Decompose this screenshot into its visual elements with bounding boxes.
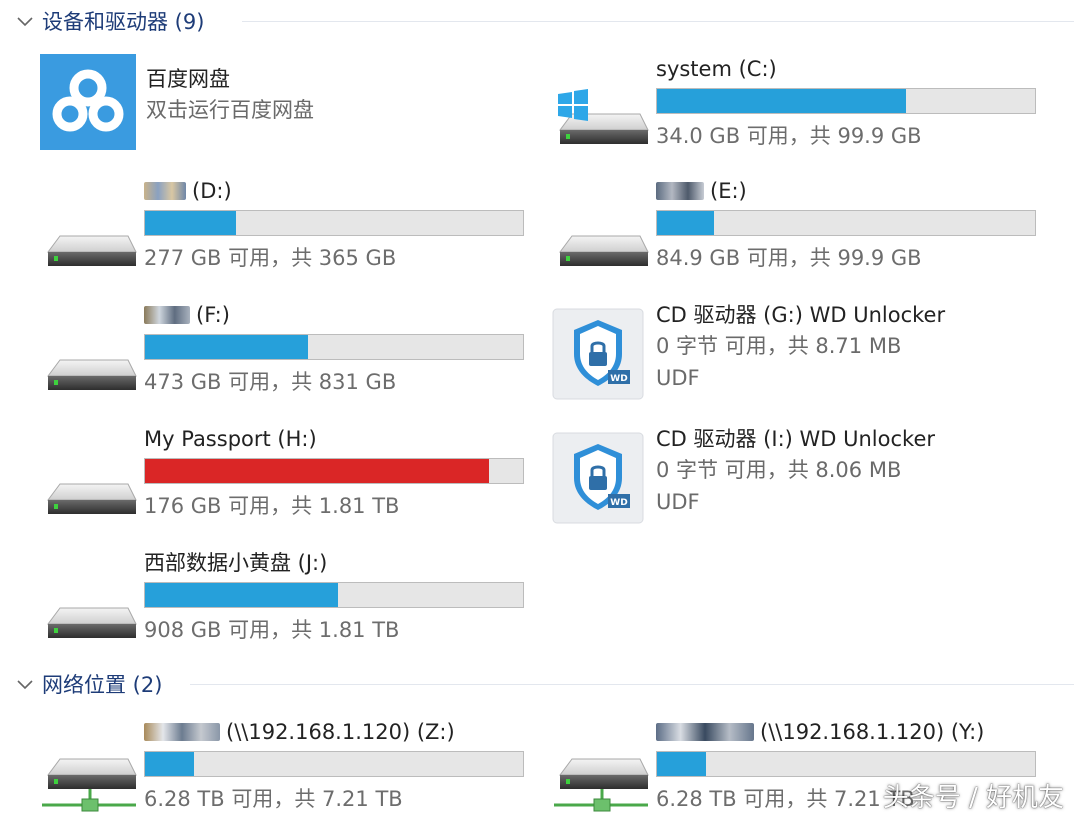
capacity-bar [144,458,524,484]
filesystem-text: UDF [656,490,700,514]
capacity-text: 176 GB 可用，共 1.81 TB [144,494,400,518]
group-header-network[interactable]: 网络位置 (2) [14,667,162,701]
chevron-down-icon[interactable] [14,673,36,695]
capacity-fill [145,335,308,359]
network-drive-icon [40,721,140,821]
blurred-name [144,182,186,200]
drive-label: (D:) [192,179,232,203]
capacity-fill [657,211,714,235]
cd-drive-tile-g[interactable]: WD CD 驱动器 (G:) WD Unlocker 0 字节 可用，共 8.7… [552,300,1072,418]
capacity-text: 84.9 GB 可用，共 99.9 GB [656,246,922,270]
svg-text:WD: WD [610,374,627,384]
blurred-name [144,306,190,324]
capacity-fill [145,583,338,607]
capacity-fill [657,89,907,113]
capacity-fill [145,752,195,776]
baidu-netdisk-cloud-icon [40,54,136,150]
drive-icon [552,186,652,286]
group-header-devices[interactable]: 设备和驱动器 (9) [14,4,204,38]
windows-drive-icon [552,64,652,164]
capacity-text: 34.0 GB 可用，共 99.9 GB [656,124,922,148]
drive-label: (F:) [196,303,230,327]
app-description: 双击运行百度网盘 [146,98,314,122]
drive-icon [40,310,140,410]
drive-tile-f[interactable]: (F:) 473 GB 可用，共 831 GB [40,300,560,418]
chevron-down-icon[interactable] [14,10,36,32]
drive-icon [40,434,140,534]
capacity-text: 277 GB 可用，共 365 GB [144,246,397,270]
capacity-text: 473 GB 可用，共 831 GB [144,370,397,394]
filesystem-text: UDF [656,366,700,390]
capacity-bar [656,210,1036,236]
wd-unlocker-shield-icon: WD [552,432,652,532]
capacity-bar [144,210,524,236]
wd-unlocker-shield-icon: WD [552,308,652,408]
capacity-bar [144,751,524,777]
capacity-text: 0 字节 可用，共 8.71 MB [656,334,902,358]
capacity-text: 0 字节 可用，共 8.06 MB [656,458,902,482]
drive-label: CD 驱动器 (I:) WD Unlocker [656,427,935,451]
drive-label: (E:) [710,179,747,203]
capacity-text: 6.28 TB 可用，共 7.21 TB [144,787,403,811]
capacity-bar [656,88,1036,114]
blurred-name [656,723,754,741]
group-divider [190,684,1074,685]
drive-tile-h[interactable]: My Passport (H:) 176 GB 可用，共 1.81 TB [40,424,560,542]
drive-label: system (C:) [656,57,777,81]
capacity-fill [145,459,489,483]
blurred-name [656,182,704,200]
app-tile-baidu[interactable]: 百度网盘 双击运行百度网盘 [40,52,560,156]
group-title: 设备和驱动器 (9) [42,10,205,34]
svg-text:WD: WD [610,498,627,508]
capacity-bar [144,334,524,360]
network-drive-tile-z[interactable]: (\\192.168.1.120) (Z:) 6.28 TB 可用，共 7.21… [40,717,560,821]
drive-tile-d[interactable]: (D:) 277 GB 可用，共 365 GB [40,176,560,294]
drive-label: (\\192.168.1.120) (Z:) [226,720,455,744]
capacity-bar [656,751,1036,777]
drive-icon [40,186,140,286]
drive-icon [40,558,140,658]
capacity-text: 908 GB 可用，共 1.81 TB [144,618,400,642]
drive-label: CD 驱动器 (G:) WD Unlocker [656,303,946,327]
drive-label: My Passport (H:) [144,427,317,451]
drive-tile-c[interactable]: system (C:) 34.0 GB 可用，共 99.9 GB [552,54,1072,172]
blurred-name [144,723,220,741]
watermark: 头条号 / 好机友 [882,783,1064,813]
capacity-fill [145,211,236,235]
group-title: 网络位置 (2) [42,673,163,697]
drive-label: 西部数据小黄盘 (J:) [144,551,328,575]
app-name: 百度网盘 [146,67,230,91]
network-drive-icon [552,721,652,821]
cd-drive-tile-i[interactable]: WD CD 驱动器 (I:) WD Unlocker 0 字节 可用，共 8.0… [552,424,1072,542]
capacity-fill [657,752,707,776]
capacity-bar [144,582,524,608]
drive-tile-e[interactable]: (E:) 84.9 GB 可用，共 99.9 GB [552,176,1072,294]
drive-tile-j[interactable]: 西部数据小黄盘 (J:) 908 GB 可用，共 1.81 TB [40,548,560,666]
drive-label: (\\192.168.1.120) (Y:) [760,720,985,744]
group-divider [242,21,1074,22]
